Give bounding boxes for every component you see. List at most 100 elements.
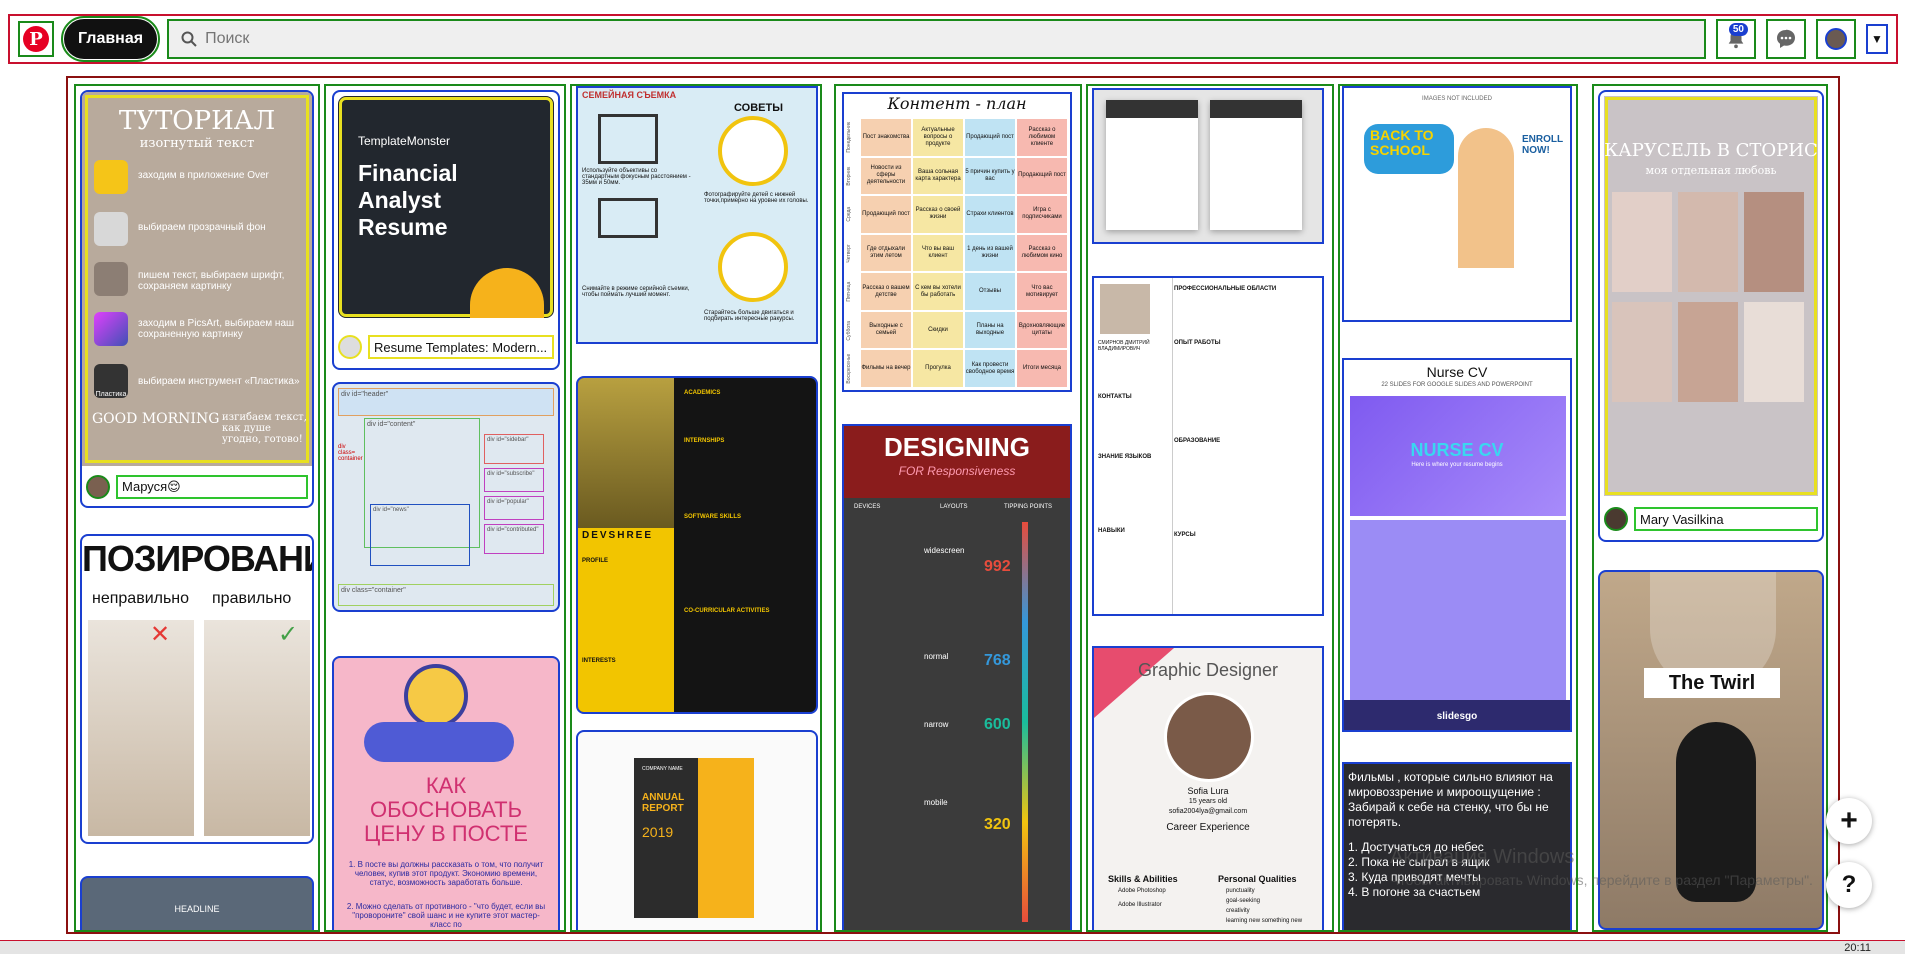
plan-day-label: Воскресенье [846, 353, 852, 384]
text-spacer [1348, 830, 1568, 840]
plan-day-label: Четверг [846, 243, 852, 263]
pin-image[interactable]: ТУТОРИАЛ изогнутый текст заходим в прило… [82, 92, 312, 466]
step-text: выбираем прозрачный фон [138, 222, 266, 233]
company-name: COMPANY NAME [642, 766, 683, 772]
wire-label: div id="news" [370, 504, 470, 566]
wire-label: div id="subscribe" [484, 468, 544, 492]
wire-label: div id="contributed" [484, 524, 544, 554]
pin-title: ANNUAL REPORT [642, 792, 685, 814]
plan-cell: Отзывы [965, 273, 1015, 310]
pin-wireframe[interactable]: div id="header" div id="content" div cla… [332, 382, 560, 612]
wire-label: div id="sidebar" [484, 434, 544, 464]
pin-feed: ТУТОРИАЛ изогнутый текст заходим в прило… [66, 76, 1840, 934]
plan-cell: Итоги месяца [1017, 350, 1067, 387]
plan-cell: Продающий пост [861, 196, 911, 233]
step-text: заходим в приложение Over [138, 170, 269, 181]
help-button[interactable]: ? [1826, 862, 1872, 908]
pin-image[interactable]: TemplateMonster Financial Analyst Resume [338, 96, 554, 318]
story-frame [1744, 192, 1804, 292]
transparent-bg-icon [94, 212, 128, 246]
section-label: КУРСЫ [1174, 532, 1196, 538]
story-frame [1744, 302, 1804, 402]
pin-devshree-resume[interactable]: DEVSHREE PROFILE INTERESTS ACADEMICS INT… [576, 376, 818, 714]
pin-subtitle: моя отдельная любовь [1645, 164, 1777, 177]
pin-carousel[interactable]: КАРУСЕЛЬ В СТОРИС моя отдельная любовь M… [1598, 90, 1824, 542]
section-label: ОПЫТ РАБОТЫ [1174, 340, 1221, 346]
pinterest-logo[interactable]: P [18, 21, 54, 57]
pin-back-to-school[interactable]: IMAGES NOT INCLUDED BACK TO SCHOOL ENROL… [1342, 86, 1572, 322]
step-text: изгибаем текст, как душе угодно, готово! [222, 412, 307, 445]
plan-cell: Что вы ваш клиент [913, 234, 963, 272]
tip-illustration [718, 232, 788, 302]
brand-label: TemplateMonster [358, 134, 451, 148]
tip-text: Снимайте в режиме серийной съемки, чтобы… [582, 286, 690, 298]
pin-source[interactable]: Resume Templates: Modern... [338, 334, 554, 360]
pin-price-post[interactable]: КАК ОБОСНОВАТЬ ЦЕНУ В ПОСТЕ 1. В посте в… [332, 656, 560, 930]
chat-icon [1777, 29, 1795, 48]
section-label: INTERNSHIPS [684, 438, 725, 444]
breakpoint-scale [1022, 522, 1028, 922]
add-pin-button[interactable]: + [1826, 798, 1872, 844]
pinterest-logo-mark[interactable]: P [23, 26, 49, 52]
plan-cell: Рассказ о вашем детстве [861, 273, 911, 310]
pin-nurse-cv[interactable]: Nurse CV 22 SLIDES FOR GOOGLE SLIDES AND… [1342, 358, 1572, 732]
pin-author[interactable]: Mary Vasilkina [1604, 506, 1818, 532]
plan-cell: Как провести свободное время [965, 350, 1015, 387]
pin-annual-report[interactable]: COMPANY NAME ANNUAL REPORT 2019 [576, 730, 818, 930]
plan-cell: Продающий пост [965, 119, 1015, 156]
profile-button[interactable] [1816, 19, 1856, 59]
section-label: Skills & Abilities [1108, 874, 1178, 884]
cross-icon: ✕ [150, 621, 171, 648]
pin-graphic-designer[interactable]: Graphic Designer Sofia Lura 15 years old… [1092, 646, 1324, 930]
author-avatar[interactable] [86, 475, 110, 499]
author-name[interactable]: Mary Vasilkina [1634, 507, 1818, 531]
layout-label: mobile [924, 798, 948, 807]
search-bar[interactable] [167, 19, 1706, 59]
pin-headline[interactable]: HEADLINE [80, 876, 314, 930]
pin-content-plan[interactable]: Контент - план Понедельник Пост знакомств… [842, 92, 1072, 392]
resume-page [1106, 100, 1198, 230]
notifications-button[interactable]: 50 [1716, 19, 1756, 59]
pin-tutorial[interactable]: ТУТОРИАЛ изогнутый текст заходим в прило… [80, 90, 314, 508]
layout-label: widescreen [924, 546, 965, 555]
source-name[interactable]: Resume Templates: Modern... [368, 335, 554, 359]
resume-header [1106, 100, 1198, 118]
search-input[interactable] [205, 30, 1692, 48]
lens-illustration [598, 114, 658, 164]
quality-item: learning new something new [1226, 918, 1303, 924]
section-label: ОБРАЗОВАНИЕ [1174, 438, 1221, 444]
chevron-down-icon: ▼ [1871, 32, 1883, 46]
pin-responsive-design[interactable]: DESIGNING FOR Responsiveness DEVICES LAY… [842, 424, 1072, 930]
pin-resume-pair[interactable] [1092, 88, 1324, 244]
decor-shape [1094, 648, 1174, 718]
text-line: Фильмы , которые сильно влияют на мирово… [1348, 770, 1553, 799]
feed-column: СМИРНОВ ДМИТРИЙ ВЛАДИМИРОВИЧ ПРОФЕССИОНА… [1086, 84, 1334, 932]
account-menu-button[interactable]: ▼ [1866, 24, 1888, 54]
pin-title: КАРУСЕЛЬ В СТОРИС [1604, 140, 1818, 161]
pin-author[interactable]: Маруся😌 [86, 474, 308, 500]
activation-watermark-title: Активация Windows [1390, 846, 1575, 868]
feed-column: IMAGES NOT INCLUDED BACK TO SCHOOL ENROL… [1338, 84, 1578, 932]
home-button[interactable]: Главная [60, 16, 161, 62]
profile-photo [1164, 692, 1254, 782]
pin-image[interactable]: КАРУСЕЛЬ В СТОРИС моя отдельная любовь [1604, 96, 1818, 496]
layout-label: normal [924, 652, 949, 661]
messages-button[interactable] [1766, 19, 1806, 59]
text-preview-icon [94, 262, 128, 296]
pin-financial[interactable]: TemplateMonster Financial Analyst Resume… [332, 90, 560, 370]
author-avatar[interactable] [1604, 507, 1628, 531]
over-app-icon [94, 160, 128, 194]
feed-column: Контент - план Понедельник Пост знакомств… [834, 84, 1082, 932]
pin-title: Financial Analyst Resume [358, 160, 458, 240]
pin-resume-ru[interactable]: СМИРНОВ ДМИТРИЙ ВЛАДИМИРОВИЧ ПРОФЕССИОНА… [1092, 276, 1324, 616]
author-name[interactable]: Маруся😌 [116, 475, 308, 499]
search-icon [181, 31, 197, 47]
wire-label: div class= container [338, 444, 363, 462]
pin-poses[interactable]: ПОЗИРОВАНИЕ неправильно правильно ✕ ✓ [80, 534, 314, 844]
pin-family-shoot[interactable]: СЕМЕЙНАЯ СЪЕМКА СОВЕТЫ Используйте объек… [576, 86, 818, 344]
feed-column: TemplateMonster Financial Analyst Resume… [324, 84, 566, 932]
notification-badge: 50 [1728, 23, 1748, 36]
top-navigation-bar: P Главная 50 ▼ [8, 14, 1898, 64]
plan-cell: Что вас мотивирует [1017, 273, 1067, 310]
source-avatar[interactable] [338, 335, 362, 359]
